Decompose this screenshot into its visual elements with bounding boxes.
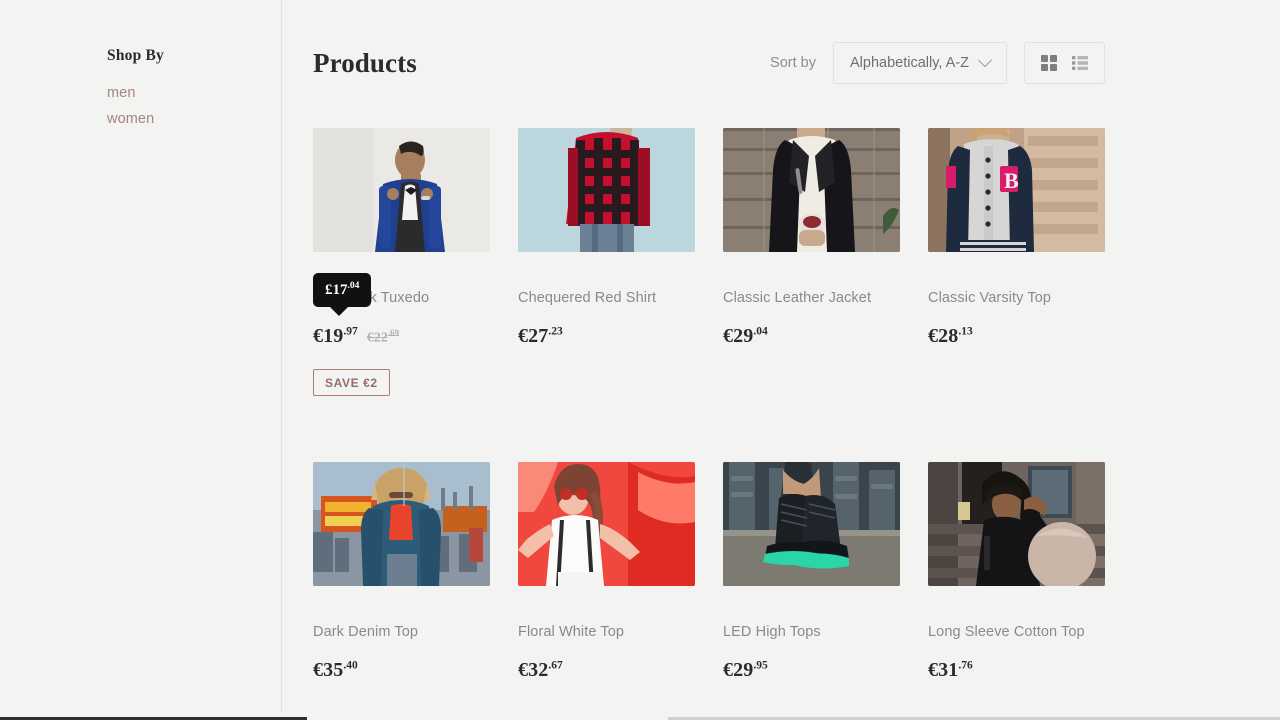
product-card[interactable]: B Classic Varsity Top €28.13 <box>928 128 1105 396</box>
product-price: €27.23 <box>518 325 563 347</box>
product-title: LED High Tops <box>723 624 821 640</box>
sort-by-label: Sort by <box>770 55 816 71</box>
product-price-row: €31.76 <box>928 659 1105 682</box>
sidebar-link-men[interactable]: men <box>107 80 281 106</box>
product-card[interactable]: Dark Denim Top €35.40 <box>313 462 490 682</box>
sort-select[interactable]: Alphabetically, A-Z <box>832 42 1007 84</box>
grid-view-icon[interactable] <box>1037 51 1061 75</box>
svg-text:B: B <box>1004 168 1019 193</box>
product-image-classic-varsity-top[interactable]: B <box>928 128 1105 252</box>
product-price: €29.95 <box>723 659 768 681</box>
product-price: €31.76 <box>928 659 973 681</box>
product-price-row: €19.97 €22.69 <box>313 325 490 348</box>
sidebar-link-women[interactable]: women <box>107 106 281 132</box>
browser-bottom-bar <box>0 712 1280 720</box>
product-image-chequered-red-shirt[interactable] <box>518 128 695 252</box>
products-toolbar: Products Sort by Alphabetically, A-Z <box>313 40 1105 86</box>
list-view-icon[interactable] <box>1068 51 1092 75</box>
main-content: Products Sort by Alphabetically, A-Z Bla… <box>282 0 1280 720</box>
view-toggle-group <box>1024 42 1105 84</box>
sort-select-value: Alphabetically, A-Z <box>849 55 969 71</box>
product-image-black-silk-tuxedo[interactable] <box>313 128 490 252</box>
save-badge[interactable]: SAVE €2 <box>313 369 390 396</box>
price-tooltip: £17.04 <box>313 273 372 316</box>
product-price-original: €22.69 <box>366 328 399 346</box>
product-price-row: €32.67 <box>518 659 695 682</box>
product-title: Chequered Red Shirt <box>518 290 657 306</box>
sidebar-link-list: men women <box>107 80 281 132</box>
product-price-row: €29.04 <box>723 325 900 348</box>
product-card[interactable]: Long Sleeve Cotton Top €31.76 <box>928 462 1105 682</box>
product-price-row: €27.23 <box>518 325 695 348</box>
product-title: Classic Varsity Top <box>928 290 1052 306</box>
product-price: €28.13 <box>928 325 973 347</box>
product-title: Classic Leather Jacket <box>723 290 872 306</box>
product-price: €35.40 <box>313 659 358 681</box>
sidebar: Shop By men women <box>0 0 282 720</box>
product-image-long-sleeve-cotton-top[interactable] <box>928 462 1105 586</box>
page-title: Products <box>313 47 417 78</box>
product-image-led-high-tops[interactable] <box>723 462 900 586</box>
product-price-row: €35.40 <box>313 659 490 682</box>
product-grid: Black Silk Tuxedo €19.97 €22.69 SAVE €2 … <box>313 128 1105 682</box>
product-card[interactable]: Chequered Red Shirt €27.23 <box>518 128 695 396</box>
sidebar-heading: Shop By <box>107 47 164 64</box>
page-root: Shop By men women Products Sort by Alpha… <box>0 0 1280 720</box>
product-image-floral-white-top[interactable] <box>518 462 695 586</box>
product-price-row: €29.95 <box>723 659 900 682</box>
product-card[interactable]: LED High Tops €29.95 <box>723 462 900 682</box>
product-price: €19.97 <box>313 325 358 347</box>
product-price: €32.67 <box>518 659 563 681</box>
product-price: €29.04 <box>723 325 768 347</box>
product-title: Floral White Top <box>518 624 625 640</box>
product-price-row: €28.13 <box>928 325 1105 348</box>
sidebar-item-men[interactable]: men <box>107 80 281 106</box>
sidebar-item-women[interactable]: women <box>107 106 281 132</box>
product-title: Dark Denim Top <box>313 624 419 640</box>
product-card[interactable]: Classic Leather Jacket €29.04 <box>723 128 900 396</box>
product-title: Long Sleeve Cotton Top <box>928 624 1085 640</box>
product-card[interactable]: Floral White Top €32.67 <box>518 462 695 682</box>
product-card[interactable]: Black Silk Tuxedo €19.97 €22.69 SAVE €2 … <box>313 128 490 396</box>
product-image-classic-leather-jacket[interactable] <box>723 128 900 252</box>
chevron-down-icon <box>977 53 993 68</box>
product-image-dark-denim-top[interactable] <box>313 462 490 586</box>
